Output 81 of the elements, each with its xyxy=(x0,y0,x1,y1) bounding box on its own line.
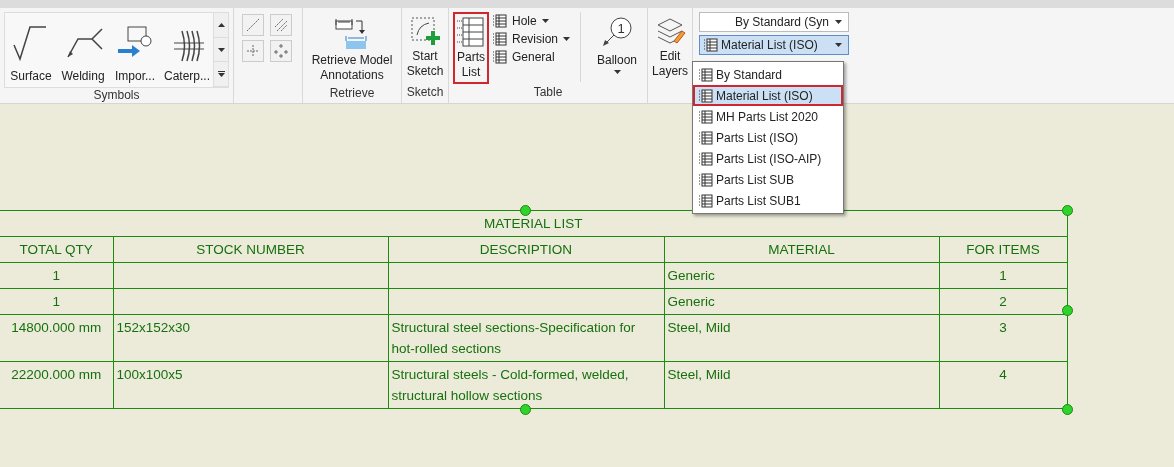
table-cell: Structural steel sections-Specification for hot-rolled sections xyxy=(388,314,664,362)
group-label: Sketch xyxy=(406,85,444,101)
style-option[interactable]: Material List (ISO) xyxy=(693,85,843,106)
table-icon xyxy=(699,193,713,208)
expand-gallery-button[interactable] xyxy=(214,62,228,87)
column-header: FOR ITEMS xyxy=(939,236,1067,263)
retrieve-annotations-button[interactable]: Retrieve Model Annotations xyxy=(307,12,397,86)
column-header: DESCRIPTION xyxy=(388,236,664,263)
arrow-up-icon xyxy=(217,23,225,28)
symbol-button[interactable]: Surface xyxy=(5,21,57,87)
group-label: Symbols xyxy=(92,88,141,103)
expand-icon xyxy=(217,70,225,77)
table-icon xyxy=(699,172,713,187)
center-pattern-button[interactable] xyxy=(270,40,292,62)
dimension-style-dropdown[interactable]: By Standard (Syn xyxy=(699,12,850,32)
style-option[interactable]: Parts List SUB1 xyxy=(693,190,843,211)
selection-handle[interactable] xyxy=(1062,404,1073,415)
style-option[interactable]: By Standard xyxy=(693,64,843,85)
symbol-button[interactable]: Impor... xyxy=(109,21,161,87)
selection-handle[interactable] xyxy=(520,404,531,415)
table-cell: 152x152x30 xyxy=(113,314,388,362)
dashed-line-icon xyxy=(245,17,261,33)
center-pattern-icon xyxy=(273,43,289,59)
table-cell: Generic xyxy=(664,262,939,289)
column-header: TOTAL QTY xyxy=(0,236,113,263)
table-cell: 3 xyxy=(939,314,1067,362)
table-cell: 14800.000 mm xyxy=(0,314,113,362)
table-cell: Steel, Mild xyxy=(664,314,939,362)
scroll-down-button[interactable] xyxy=(214,37,228,63)
selection-handle[interactable] xyxy=(1062,304,1073,316)
table-cell: 1 xyxy=(0,262,113,289)
symbol-button[interactable]: Welding xyxy=(57,21,109,87)
sketch-icon xyxy=(409,15,441,47)
symbol-button[interactable]: Caterp... xyxy=(161,21,213,87)
style-option[interactable]: Parts List SUB xyxy=(693,169,843,190)
line-tool-button[interactable] xyxy=(242,14,264,36)
table-title: MATERIAL LIST xyxy=(0,210,1067,237)
balloon-button[interactable]: 1 Balloon xyxy=(591,12,644,77)
table-icon xyxy=(699,67,713,82)
table-icon xyxy=(493,50,507,64)
style-option[interactable]: MH Parts List 2020 xyxy=(693,106,843,127)
parts-list-icon xyxy=(457,16,485,48)
hatch-tool-button[interactable] xyxy=(270,14,292,36)
table-cell: Structural steels - Cold-formed, welded, structural hollow sections xyxy=(388,361,664,409)
table-icon xyxy=(704,38,719,52)
table-icon xyxy=(493,32,507,46)
table-icon xyxy=(699,151,713,166)
table-cell: Steel, Mild xyxy=(664,361,939,409)
group-label: Table xyxy=(532,85,564,101)
scroll-up-button[interactable] xyxy=(214,13,228,38)
caret-icon xyxy=(835,43,843,47)
center-mark-button[interactable] xyxy=(242,40,264,62)
table-type-button[interactable]: General xyxy=(493,50,571,64)
table-icon xyxy=(699,88,713,103)
table-type-button[interactable]: Hole xyxy=(493,14,571,28)
start-sketch-button[interactable]: Start Sketch xyxy=(406,12,444,82)
column-header: STOCK NUMBER xyxy=(113,236,388,263)
table-cell: 4 xyxy=(939,361,1067,409)
table-icon xyxy=(699,109,713,124)
table-icon xyxy=(493,14,507,28)
table-cell: Generic xyxy=(664,288,939,315)
table-icon xyxy=(699,130,713,145)
table-type-button[interactable]: Revision xyxy=(493,32,571,46)
caret-icon xyxy=(613,70,621,74)
style-option[interactable]: Parts List (ISO) xyxy=(693,127,843,148)
edit-layers-button[interactable]: Edit Layers xyxy=(652,12,689,82)
parts-list-style-dropdown[interactable]: Material List (ISO) xyxy=(699,35,850,55)
table-cell: 1 xyxy=(939,262,1067,289)
table-cell: 22200.000 mm xyxy=(0,361,113,409)
arrow-down-icon xyxy=(217,48,225,52)
center-mark-icon xyxy=(245,43,261,59)
selection-handle[interactable] xyxy=(520,205,531,216)
group-label: Retrieve xyxy=(328,86,376,102)
table-cell: 1 xyxy=(0,288,113,315)
selection-handle[interactable] xyxy=(1062,205,1073,216)
column-header: MATERIAL xyxy=(664,236,939,263)
hatch-lines-icon xyxy=(273,17,289,33)
table-cell: 100x100x5 xyxy=(113,361,388,409)
parts-list-button[interactable]: Parts List xyxy=(453,12,489,84)
style-option[interactable]: Parts List (ISO-AIP) xyxy=(693,148,843,169)
caret-icon xyxy=(835,20,843,24)
